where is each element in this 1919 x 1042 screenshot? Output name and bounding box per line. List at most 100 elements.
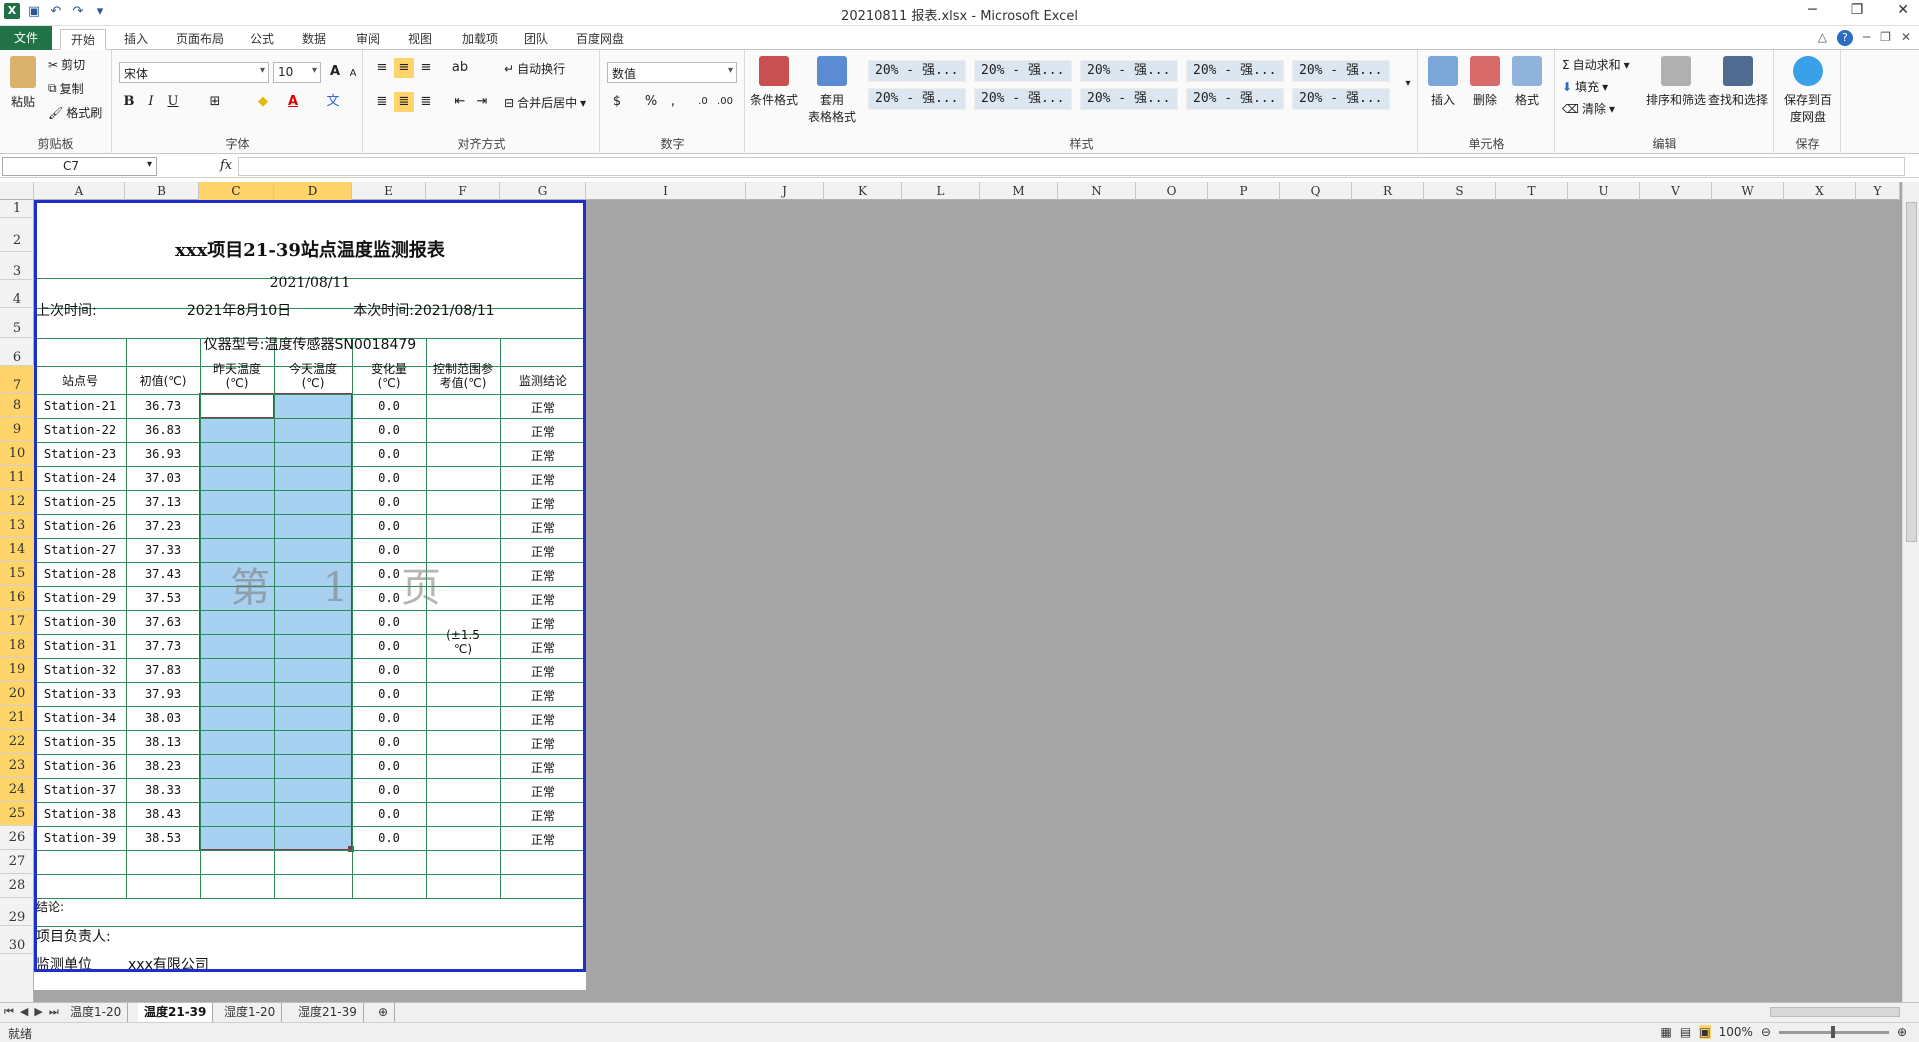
tab-data[interactable]: 数据 (292, 29, 336, 50)
row-header-8[interactable]: 8 (0, 394, 34, 418)
page-break-view-icon[interactable]: ▣ (1699, 1025, 1711, 1039)
ribbon-minimize-icon[interactable]: △ (1818, 30, 1827, 46)
doc-close-icon[interactable]: ✕ (1901, 30, 1911, 46)
sort-filter-button[interactable]: 排序和筛选 (1646, 56, 1706, 108)
row-header-10[interactable]: 10 (0, 442, 34, 466)
tab-review[interactable]: 审阅 (346, 29, 390, 50)
grow-font-button[interactable]: A (325, 62, 345, 82)
insert-cells-button[interactable]: 插入 (1423, 56, 1463, 108)
col-header-g[interactable]: G (500, 182, 586, 200)
bold-button[interactable]: B (119, 92, 139, 112)
row-header-18[interactable]: 18 (0, 634, 34, 658)
format-cells-button[interactable]: 格式 (1507, 56, 1547, 108)
zoom-out-icon[interactable]: ⊖ (1761, 1025, 1771, 1039)
col-header-b[interactable]: B (125, 182, 199, 200)
first-sheet-icon[interactable]: ⏮ (4, 1005, 14, 1019)
font-size-select[interactable]: 10 (273, 62, 321, 83)
styles-more-icon[interactable]: ▾ (1398, 74, 1418, 94)
row-header-16[interactable]: 16 (0, 586, 34, 610)
paste-button[interactable]: 粘贴 (6, 56, 40, 110)
row-header-29[interactable]: 29 (0, 898, 34, 926)
col-header-y[interactable]: Y (1856, 182, 1900, 200)
row-header-15[interactable]: 15 (0, 562, 34, 586)
col-header-i[interactable]: I (586, 182, 746, 200)
underline-button[interactable]: U (163, 92, 183, 112)
delete-cells-button[interactable]: 删除 (1465, 56, 1505, 108)
row-header-11[interactable]: 11 (0, 466, 34, 490)
comma-button[interactable]: , (663, 92, 683, 112)
row-header-23[interactable]: 23 (0, 754, 34, 778)
conditional-format-button[interactable]: 条件格式 (750, 56, 798, 108)
col-header-n[interactable]: N (1058, 182, 1136, 200)
row-header-17[interactable]: 17 (0, 610, 34, 634)
prev-sheet-icon[interactable]: ◀ (20, 1005, 28, 1019)
row-header-24[interactable]: 24 (0, 778, 34, 802)
cut-button[interactable]: ✂ 剪切 (48, 56, 85, 73)
row-header-12[interactable]: 12 (0, 490, 34, 514)
normal-view-icon[interactable]: ▦ (1661, 1025, 1672, 1039)
col-header-s[interactable]: S (1424, 182, 1496, 200)
italic-button[interactable]: I (141, 92, 161, 112)
wrap-text-button[interactable]: ↵ 自动换行 (504, 60, 565, 77)
fill-button[interactable]: ⬇ 填充 ▾ (1562, 78, 1608, 95)
format-as-table-button[interactable]: 套用 表格格式 (802, 56, 862, 125)
col-header-l[interactable]: L (902, 182, 980, 200)
cell-style-8[interactable]: 20% - 强... (1080, 88, 1178, 110)
fill-color-icon[interactable]: ◆ (253, 92, 273, 112)
row-header-21[interactable]: 21 (0, 706, 34, 730)
align-bottom-icon[interactable]: ≡ (416, 58, 436, 78)
col-header-x[interactable]: X (1784, 182, 1856, 200)
col-header-o[interactable]: O (1136, 182, 1208, 200)
accounting-icon[interactable]: $ (607, 92, 627, 112)
font-name-select[interactable]: 宋体 (119, 62, 269, 83)
autosum-button[interactable]: Σ 自动求和 ▾ (1562, 56, 1630, 73)
zoom-slider[interactable] (1778, 1025, 1889, 1038)
row-header-1[interactable]: 1 (0, 200, 34, 218)
row-header-5[interactable]: 5 (0, 308, 34, 338)
cell-style-1[interactable]: 20% - 强... (868, 60, 966, 82)
align-left-icon[interactable]: ≣ (372, 92, 392, 112)
row-header-14[interactable]: 14 (0, 538, 34, 562)
borders-icon[interactable]: ⊞ (205, 92, 225, 112)
col-header-k[interactable]: K (824, 182, 902, 200)
cell-style-6[interactable]: 20% - 强... (868, 88, 966, 110)
col-header-m[interactable]: M (980, 182, 1058, 200)
row-header-2[interactable]: 2 (0, 218, 34, 252)
format-painter-button[interactable]: 🖌 格式刷 (48, 104, 102, 121)
row-header-6[interactable]: 6 (0, 338, 34, 366)
new-sheet-icon[interactable]: ⊕ (372, 1003, 396, 1023)
col-header-e[interactable]: E (352, 182, 426, 200)
col-header-j[interactable]: J (746, 182, 824, 200)
worksheet-grid[interactable]: A B C D E F G I J K L M N O P Q R S T U … (0, 182, 1919, 1002)
tab-page-layout[interactable]: 页面布局 (166, 29, 234, 50)
copy-button[interactable]: ⧉ 复制 (48, 80, 84, 97)
tab-insert[interactable]: 插入 (114, 29, 158, 50)
increase-indent-icon[interactable]: ⇥ (472, 92, 492, 112)
row-header-7[interactable]: 7 (0, 366, 34, 394)
col-header-f[interactable]: F (426, 182, 500, 200)
cell-style-9[interactable]: 20% - 强... (1186, 88, 1284, 110)
name-box[interactable]: C7 (2, 157, 157, 176)
col-header-r[interactable]: R (1352, 182, 1424, 200)
cell-style-10[interactable]: 20% - 强... (1292, 88, 1390, 110)
cell-style-2[interactable]: 20% - 强... (974, 60, 1072, 82)
page-layout-view-icon[interactable]: ▤ (1680, 1025, 1691, 1039)
phonetic-icon[interactable]: 文 (323, 92, 343, 112)
tab-home[interactable]: 开始 (60, 29, 107, 50)
horizontal-scrollbar[interactable] (1770, 1007, 1900, 1017)
col-header-t[interactable]: T (1496, 182, 1568, 200)
col-header-u[interactable]: U (1568, 182, 1640, 200)
row-header-30[interactable]: 30 (0, 926, 34, 954)
vertical-scroll-thumb[interactable] (1906, 202, 1917, 542)
tab-view[interactable]: 视图 (398, 29, 442, 50)
percent-button[interactable]: % (641, 92, 661, 112)
zoom-in-icon[interactable]: ⊕ (1897, 1025, 1907, 1039)
row-header-27[interactable]: 27 (0, 850, 34, 874)
row-header-13[interactable]: 13 (0, 514, 34, 538)
col-header-a[interactable]: A (34, 182, 125, 200)
tab-addins[interactable]: 加载项 (452, 29, 508, 50)
row-header-4[interactable]: 4 (0, 280, 34, 308)
doc-minimize-icon[interactable]: ─ (1863, 30, 1870, 46)
col-header-w[interactable]: W (1712, 182, 1784, 200)
shrink-font-button[interactable]: A (343, 64, 363, 84)
